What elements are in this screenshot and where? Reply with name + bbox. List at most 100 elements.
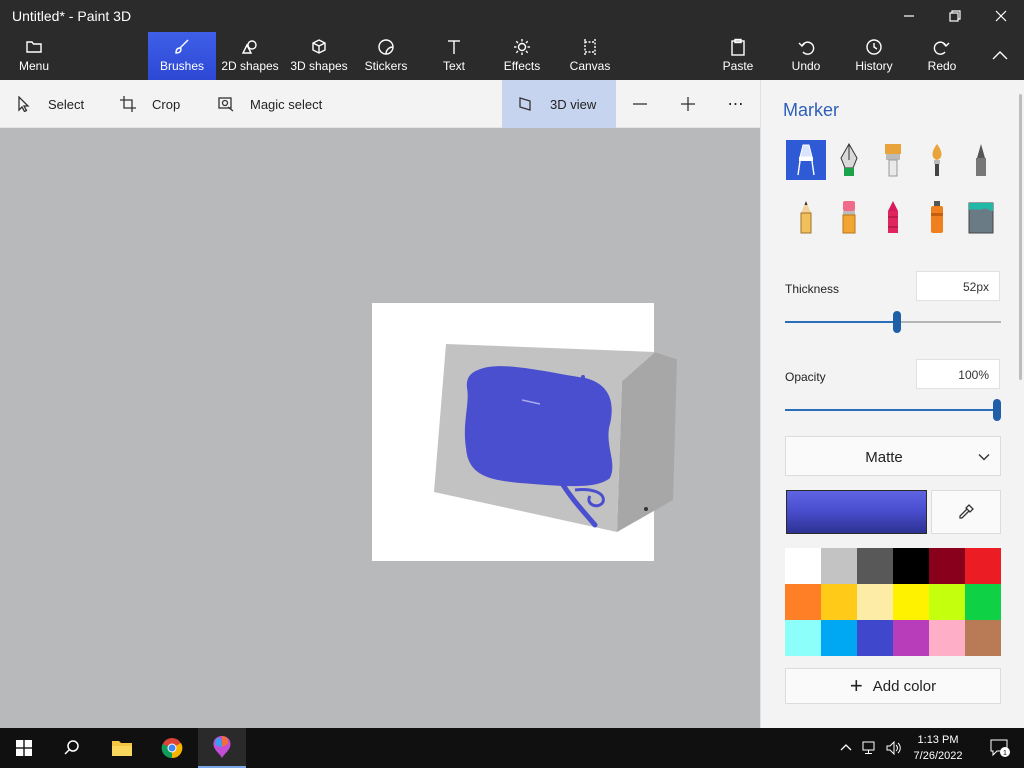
cube-icon [312, 39, 326, 54]
palette-swatch[interactable] [821, 548, 857, 584]
palette-swatch[interactable] [965, 620, 1001, 656]
pixel-pen-tool[interactable] [961, 140, 1001, 180]
effects-label: Effects [503, 59, 541, 73]
add-color-button[interactable]: + Add color [785, 668, 1001, 704]
3d-view-button[interactable]: 3D view [502, 80, 616, 128]
chrome-button[interactable] [148, 728, 196, 768]
magic-select-label: Magic select [250, 96, 323, 112]
select-label: Select [48, 96, 85, 112]
brush-icon [175, 39, 189, 54]
network-button[interactable] [858, 728, 882, 768]
2d-shapes-button[interactable]: 2D shapes [218, 32, 282, 80]
menu-label: Menu [18, 59, 50, 73]
clock-date: 7/26/2022 [913, 750, 963, 762]
calligraphy-pen-icon [840, 142, 858, 176]
notifications-button[interactable]: 1 [976, 728, 1024, 768]
zoom-in-button[interactable] [678, 80, 698, 128]
3d-shapes-button[interactable]: 3D shapes [288, 32, 350, 80]
start-button[interactable] [0, 728, 48, 768]
brushes-label: Brushes [159, 59, 205, 73]
pencil-icon [800, 201, 812, 234]
palette-swatch[interactable] [929, 548, 965, 584]
3d-view-icon [519, 97, 531, 111]
palette-swatch[interactable] [965, 548, 1001, 584]
magic-select-button[interactable]: Magic select [218, 80, 322, 128]
thickness-input[interactable]: 52px [916, 271, 1000, 301]
palette-swatch[interactable] [857, 620, 893, 656]
calligraphy-pen-tool[interactable] [829, 140, 869, 180]
system-clock[interactable]: 1:13 PM 7/26/2022 [902, 732, 974, 764]
box-marker-dot [644, 507, 648, 511]
text-button[interactable]: Text [434, 32, 474, 80]
palette-swatch[interactable] [821, 584, 857, 620]
opacity-slider-thumb[interactable] [993, 399, 1001, 421]
finish-dropdown[interactable]: Matte [785, 436, 1001, 476]
sun-icon [514, 39, 530, 55]
plus-icon [681, 97, 695, 111]
show-hidden-icons-button[interactable] [834, 728, 858, 768]
opacity-slider[interactable] [785, 399, 1001, 421]
thickness-slider[interactable] [785, 311, 1001, 333]
minimize-button[interactable] [886, 0, 932, 32]
eyedropper-icon [959, 504, 974, 519]
undo-button[interactable]: Undo [784, 32, 828, 80]
crayon-tool[interactable] [873, 197, 913, 237]
paint3d-taskbar-button[interactable] [198, 728, 246, 768]
thickness-slider-thumb[interactable] [893, 311, 901, 333]
brushes-button[interactable]: Brushes [148, 32, 216, 80]
palette-swatch[interactable] [785, 584, 821, 620]
paste-button[interactable]: Paste [716, 32, 760, 80]
palette-swatch[interactable] [965, 584, 1001, 620]
eraser-tool[interactable] [829, 197, 869, 237]
pencil-tool[interactable] [786, 197, 826, 237]
panel-scrollbar[interactable] [1019, 94, 1022, 380]
oil-brush-tool[interactable] [873, 140, 913, 180]
palette-swatch[interactable] [857, 584, 893, 620]
marker-icon [797, 144, 815, 176]
3d-box-object[interactable] [0, 128, 760, 728]
spray-can-tool[interactable] [917, 197, 957, 237]
palette-swatch[interactable] [929, 620, 965, 656]
crop-label: Crop [152, 96, 181, 112]
opacity-input[interactable]: 100% [916, 359, 1000, 389]
file-explorer-button[interactable] [98, 728, 146, 768]
close-button[interactable] [978, 0, 1024, 32]
effects-button[interactable]: Effects [498, 32, 546, 80]
select-button[interactable]: Select [16, 80, 84, 128]
redo-button[interactable]: Redo [920, 32, 964, 80]
palette-swatch[interactable] [893, 620, 929, 656]
palette-swatch[interactable] [893, 548, 929, 584]
eraser-icon [842, 201, 856, 234]
notification-icon: 1 [990, 739, 1010, 757]
network-icon [862, 741, 875, 754]
watercolor-tool[interactable] [917, 140, 957, 180]
workspace[interactable] [0, 128, 760, 728]
search-button[interactable] [48, 728, 96, 768]
collapse-ribbon-button[interactable] [984, 32, 1016, 80]
menu-button[interactable]: Menu [8, 32, 60, 80]
current-color-swatch[interactable] [786, 490, 927, 534]
more-icon: ⋯ [727, 96, 745, 113]
palette-swatch[interactable] [857, 548, 893, 584]
cursor-icon [18, 96, 30, 112]
marker-tool[interactable] [786, 140, 826, 180]
zoom-out-button[interactable] [630, 80, 650, 128]
palette-swatch[interactable] [821, 620, 857, 656]
canvas-button[interactable]: Canvas [566, 32, 614, 80]
crop-button[interactable]: Crop [120, 80, 180, 128]
history-button[interactable]: History [850, 32, 898, 80]
taskbar: 1:13 PM 7/26/2022 1 [0, 728, 1024, 768]
stickers-button[interactable]: Stickers [360, 32, 412, 80]
palette-swatch[interactable] [929, 584, 965, 620]
palette-swatch[interactable] [785, 620, 821, 656]
toolbar: Select Crop Magic select 3D view ⋯ [0, 80, 760, 128]
undo-icon [798, 41, 815, 55]
canvas-icon [584, 39, 596, 55]
crop-icon [120, 96, 136, 112]
more-options-button[interactable]: ⋯ [726, 80, 746, 128]
palette-swatch[interactable] [785, 548, 821, 584]
maximize-button[interactable] [932, 0, 978, 32]
eyedropper-button[interactable] [931, 490, 1001, 534]
palette-swatch[interactable] [893, 584, 929, 620]
fill-tool[interactable] [961, 197, 1001, 237]
